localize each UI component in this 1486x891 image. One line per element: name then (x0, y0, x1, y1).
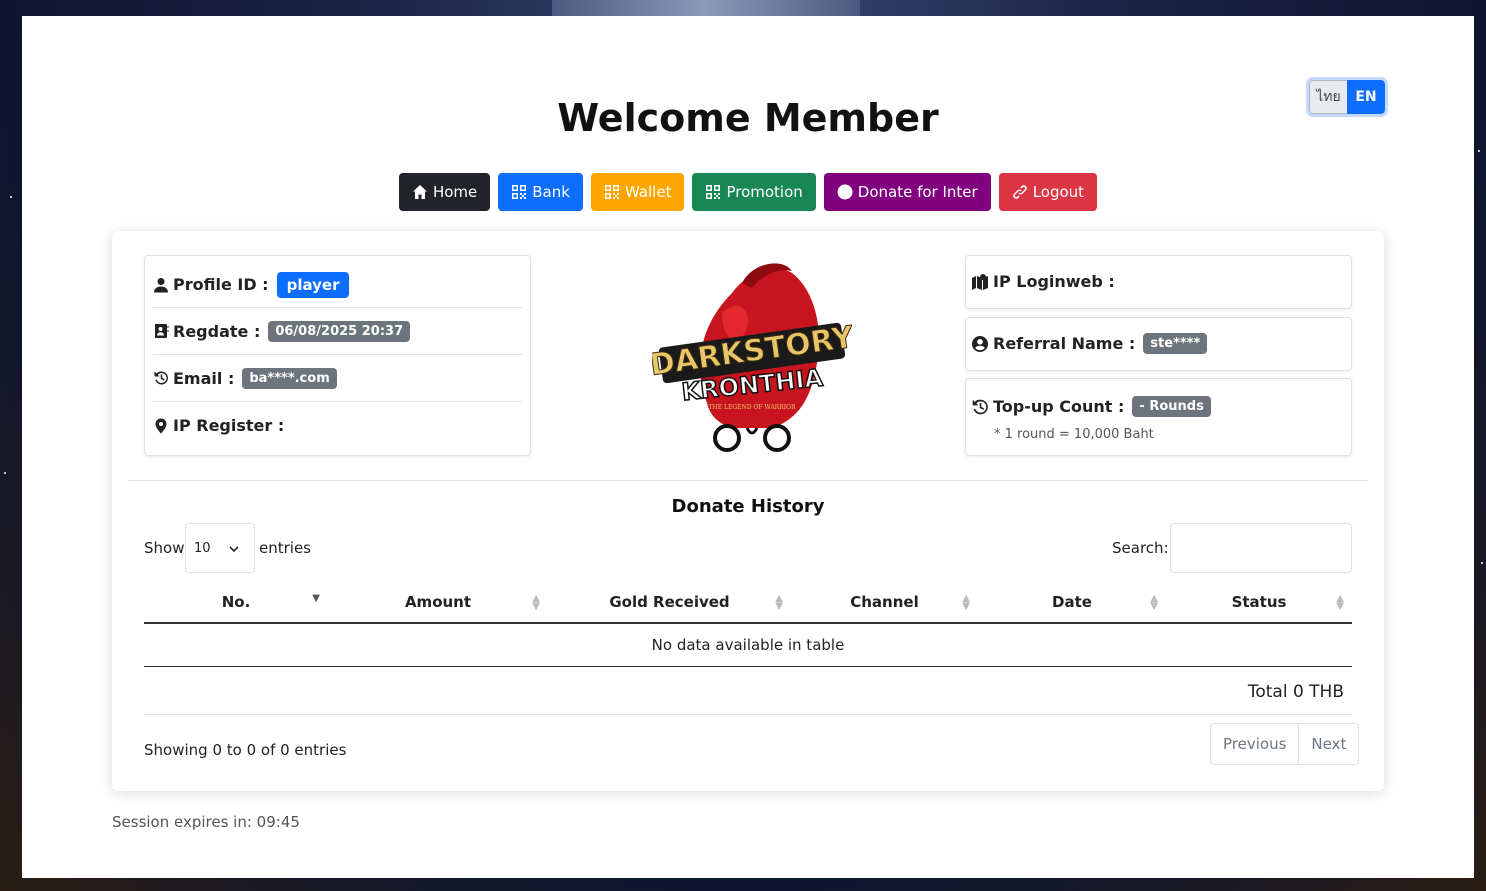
email-label: Email : (173, 368, 235, 388)
page-title: Welcome Member (557, 96, 939, 140)
history-icon (972, 399, 988, 414)
column-header-label: Status (1231, 592, 1287, 611)
column-header-label: Amount (404, 592, 472, 611)
sort-icon: ▲ ▼ (532, 593, 540, 612)
column-header-amount[interactable]: Amount ▲ ▼ (328, 581, 548, 624)
column-header-gold[interactable]: Gold Received ▲ ▼ (548, 581, 791, 624)
showing-entries-info: Showing 0 to 0 of 0 entries (144, 741, 347, 759)
qr-code-icon (706, 185, 721, 199)
column-header-label: Gold Received (609, 592, 730, 611)
table-row: No data available in table (144, 623, 1352, 667)
chevron-down-icon (229, 546, 239, 553)
ip-register-label: IP Register : (173, 416, 285, 435)
profile-info-box: Profile ID : player Regdate : 06/08/2025… (144, 255, 531, 456)
background-star (1478, 150, 1480, 152)
column-header-label: No. (221, 592, 251, 611)
topup-box: Top-up Count : - Rounds * 1 round = 10,0… (965, 378, 1352, 456)
logout-button-label: Logout (1032, 183, 1085, 201)
link-icon (1012, 185, 1027, 199)
table-header-row: No. ▼ Amount ▲ ▼ Gold Received ▲ ▼ Channel ▲ ▼ … (144, 581, 1352, 624)
sort-icon: ▲ ▼ (962, 593, 970, 612)
ip-register-row: IP Register : (153, 402, 522, 449)
sort-icon: ▲ ▼ (775, 593, 783, 612)
background-star (1481, 562, 1483, 564)
email-badge: ba****.com (242, 367, 337, 389)
column-header-label: Date (1052, 592, 1092, 611)
search-input[interactable] (1170, 523, 1352, 573)
address-book-icon (155, 324, 169, 338)
referral-badge: ste**** (1143, 333, 1208, 354)
promotion-button-label: Promotion (726, 183, 803, 201)
profile-id-badge: player (276, 271, 350, 298)
home-button-label: Home (432, 183, 478, 201)
pagination: Previous Next (1210, 723, 1360, 765)
referral-label: Referral Name : (993, 334, 1136, 353)
sort-icon: ▲ ▼ (1150, 593, 1158, 612)
show-label: Show (144, 539, 185, 557)
user-icon (154, 277, 168, 292)
background-star (10, 196, 12, 198)
regdate-row: Regdate : 06/08/2025 20:37 (153, 308, 522, 355)
history-icon (154, 371, 168, 385)
email-row: Email : ba****.com (153, 355, 522, 402)
donate-inter-button-label: Donate for Inter (857, 183, 978, 201)
topup-label: Top-up Count : (993, 397, 1125, 416)
column-header-no[interactable]: No. ▼ (144, 581, 328, 624)
main-frame: ไทย EN Welcome Member Home Bank Wallet P… (22, 16, 1474, 878)
wallet-button[interactable]: Wallet (590, 173, 685, 211)
search-label: Search: (1112, 539, 1169, 557)
bank-button[interactable]: Bank (498, 173, 583, 211)
member-card: Profile ID : player Regdate : 06/08/2025… (112, 231, 1384, 791)
total-amount: Total 0 THB (144, 672, 1352, 715)
session-expiry-text: Session expires in: 09:45 (112, 813, 300, 831)
ip-loginweb-box: IP Loginweb : (965, 255, 1352, 309)
promotion-button[interactable]: Promotion (692, 173, 816, 211)
next-page-button[interactable]: Next (1298, 724, 1358, 764)
darkstory-logo: DARKSTORY KRONTHIA THE LEGEND OF WARRIOR (647, 253, 858, 455)
globe-icon (837, 184, 853, 200)
home-button[interactable]: Home (398, 173, 491, 211)
regdate-label: Regdate : (173, 321, 261, 341)
column-header-label: Channel (850, 592, 919, 611)
column-header-status[interactable]: Status ▲ ▼ (1166, 581, 1352, 624)
sort-desc-icon: ▼ (312, 593, 320, 604)
qr-code-icon (604, 185, 619, 199)
empty-table-message: No data available in table (144, 623, 1352, 667)
logo-tagline-text: THE LEGEND OF WARRIOR (708, 404, 796, 411)
wallet-button-label: Wallet (624, 183, 672, 201)
profile-id-row: Profile ID : player (153, 256, 522, 308)
user-circle-icon (972, 335, 988, 352)
background-star (4, 472, 6, 474)
donate-history-title: Donate History (671, 496, 825, 517)
section-divider (128, 480, 1368, 481)
entries-select[interactable]: 10 (185, 523, 255, 573)
donate-inter-button[interactable]: Donate for Inter (823, 173, 991, 211)
entries-select-value: 10 (194, 540, 211, 556)
qr-code-icon (512, 185, 527, 199)
topup-note: * 1 round = 10,000 Baht (994, 427, 1154, 442)
column-header-channel[interactable]: Channel ▲ ▼ (791, 581, 978, 624)
topup-badge: - Rounds (1132, 396, 1211, 417)
sort-icon: ▲ ▼ (1336, 593, 1344, 612)
nav-bar: Home Bank Wallet Promotion Donate for In… (22, 173, 1474, 211)
referral-box: Referral Name : ste**** (965, 317, 1352, 371)
bank-button-label: Bank (532, 183, 570, 201)
location-pin-icon (155, 418, 167, 433)
background-moon (552, 0, 860, 16)
map-location-icon (972, 273, 988, 290)
column-header-date[interactable]: Date ▲ ▼ (978, 581, 1166, 624)
previous-page-button[interactable]: Previous (1211, 724, 1298, 764)
entries-label: entries (259, 539, 311, 557)
profile-id-label: Profile ID : (173, 275, 269, 294)
logout-button[interactable]: Logout (998, 173, 1098, 211)
home-icon (412, 185, 427, 199)
donate-history-table: No. ▼ Amount ▲ ▼ Gold Received ▲ ▼ Channel ▲ ▼ … (144, 581, 1352, 667)
regdate-badge: 06/08/2025 20:37 (268, 320, 411, 342)
ip-loginweb-label: IP Loginweb : (993, 272, 1115, 291)
